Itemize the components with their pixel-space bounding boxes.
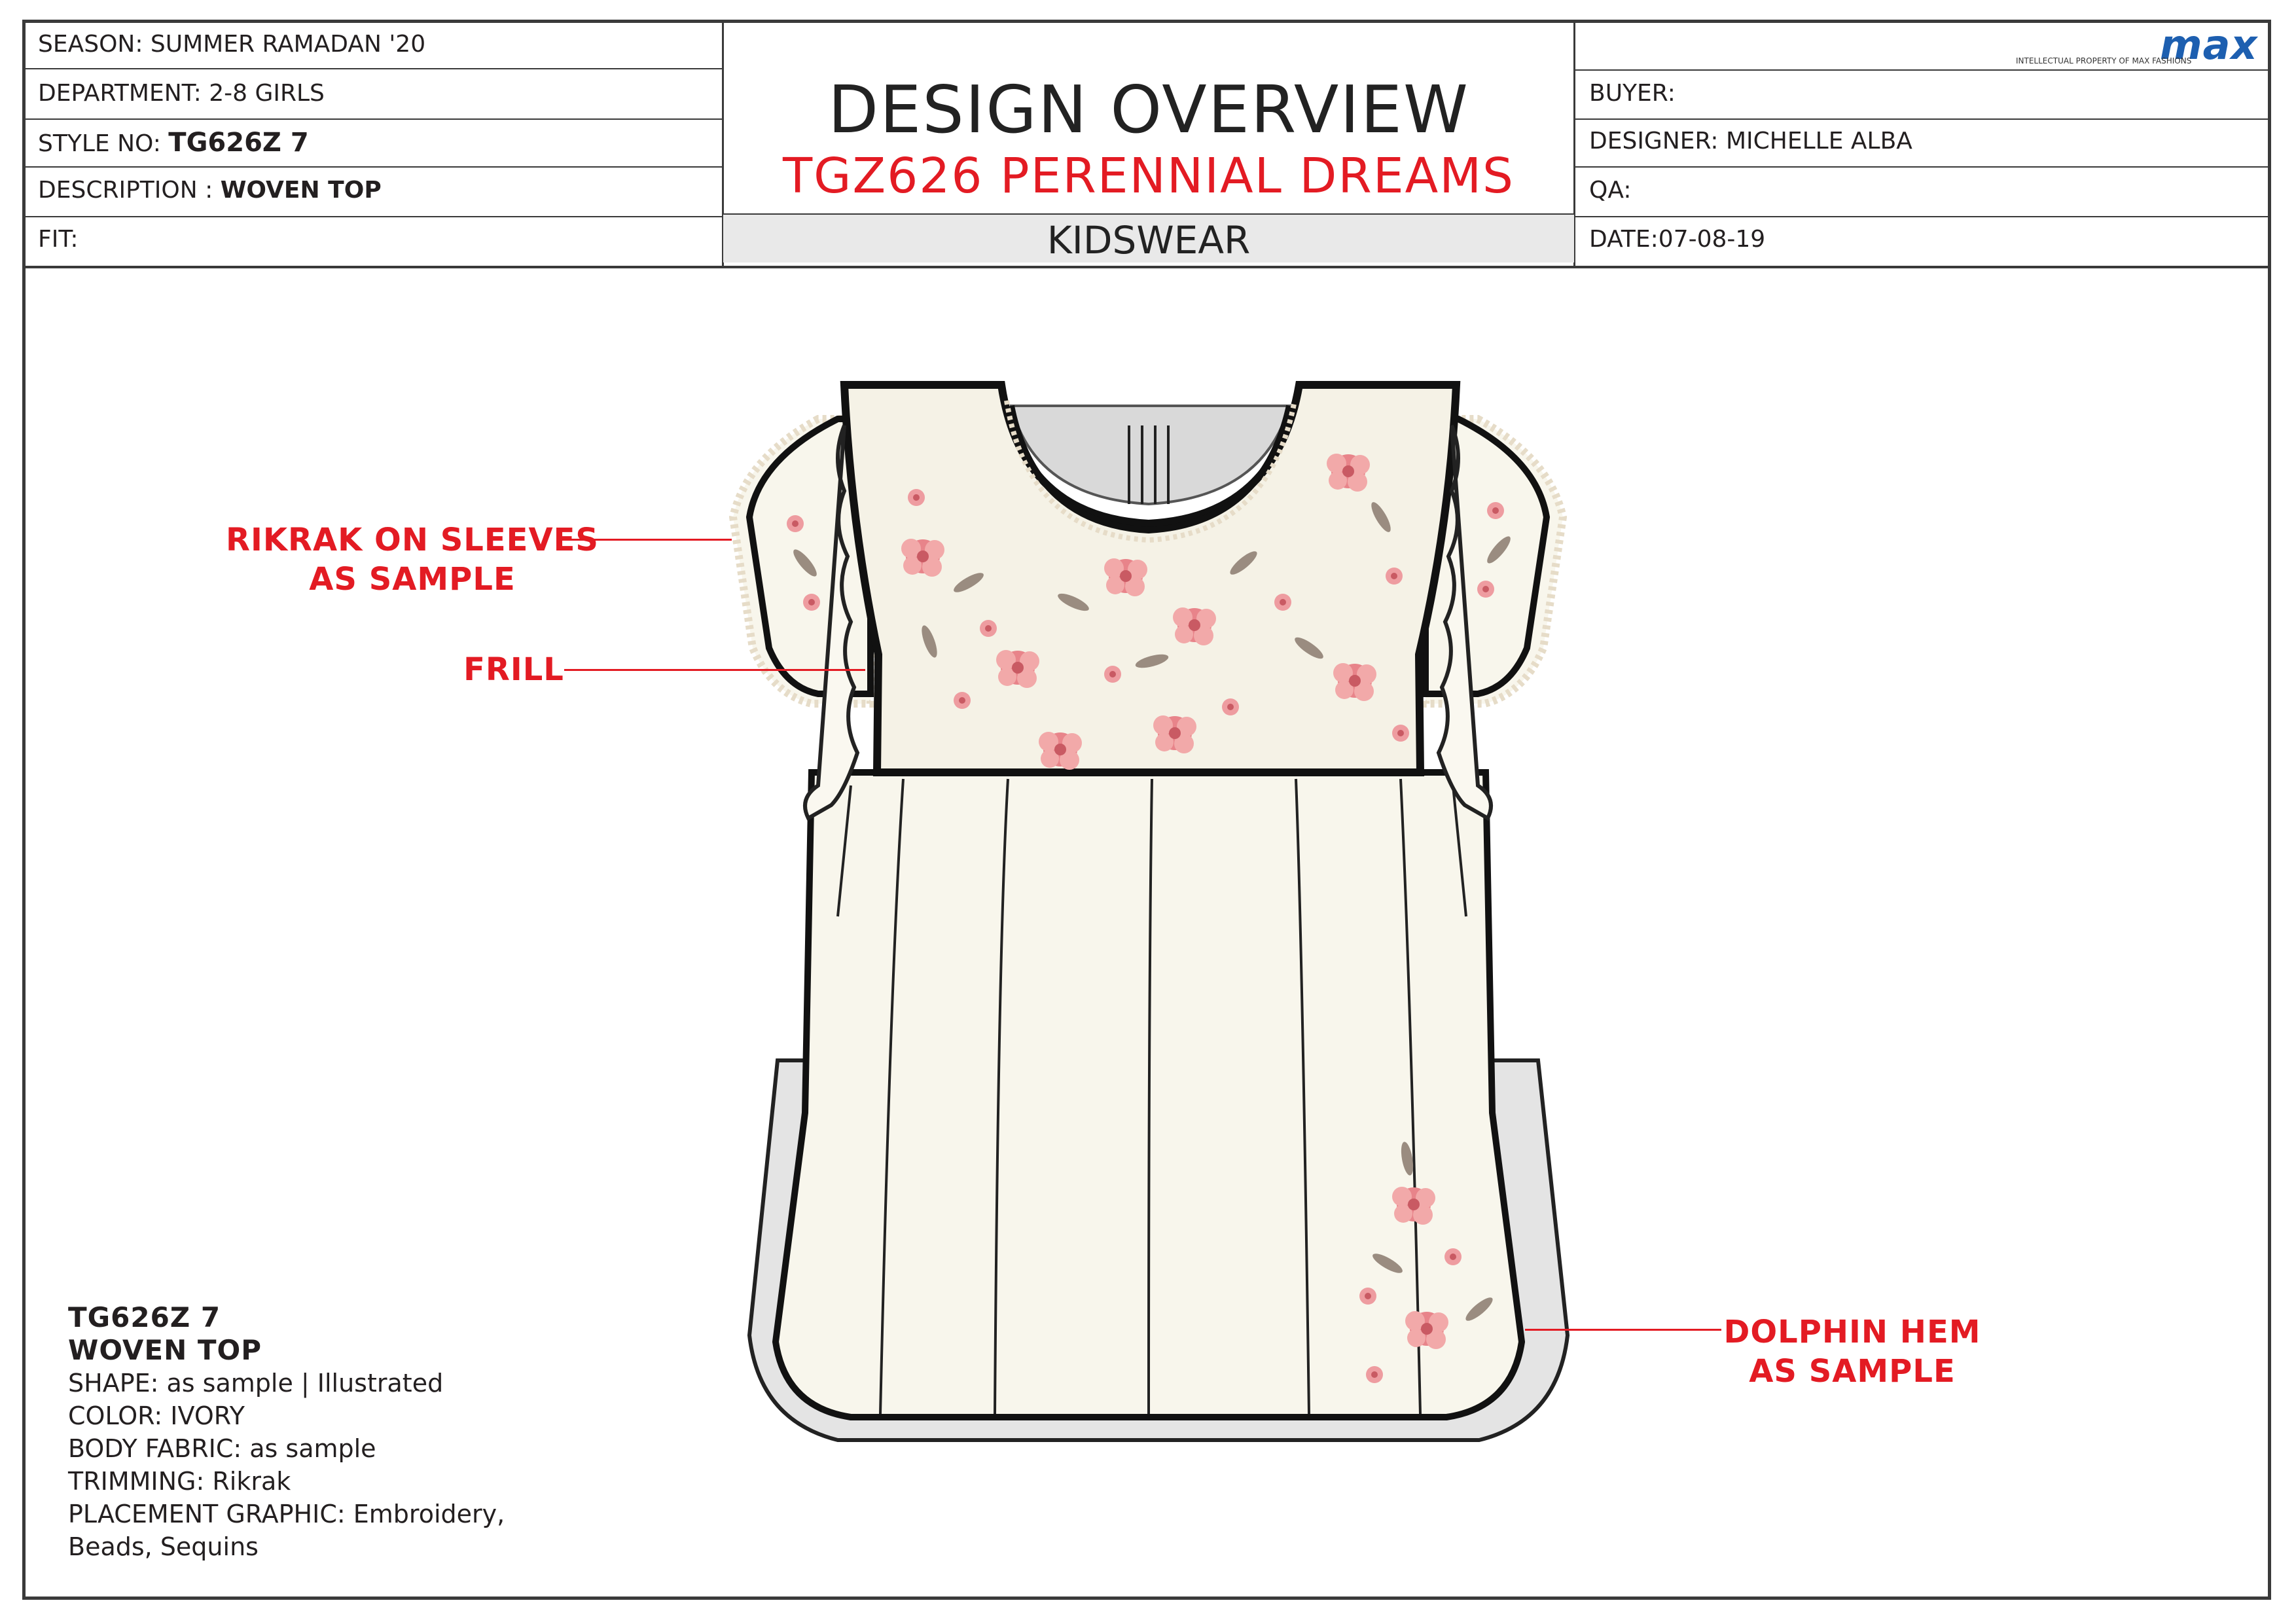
- spec-name: WOVEN TOP: [68, 1334, 262, 1366]
- spec-placement-2: Beads, Sequins: [68, 1532, 259, 1561]
- spec-placement-1: PLACEMENT GRAPHIC: Embroidery,: [68, 1500, 505, 1528]
- callout-rikrak: RIKRAK ON SLEEVES AS SAMPLE: [216, 520, 609, 599]
- callout-dolphin-leader: [1525, 1329, 1721, 1331]
- spec-shape: SHAPE: as sample | Illustrated: [68, 1369, 444, 1398]
- callout-rikrak-line2: AS SAMPLE: [309, 561, 516, 598]
- callout-rikrak-line1: RIKRAK ON SLEEVES: [226, 522, 599, 558]
- spec-block: TG626Z 7 WOVEN TOP SHAPE: as sample | Il…: [68, 1301, 505, 1563]
- spec-style: TG626Z 7: [68, 1301, 221, 1333]
- callout-dolphin-line2: AS SAMPLE: [1749, 1353, 1956, 1390]
- spec-body-fabric: BODY FABRIC: as sample: [68, 1434, 376, 1463]
- callout-dolphin-line1: DOLPHIN HEM: [1723, 1314, 1981, 1350]
- callout-dolphin-hem: DOLPHIN HEM AS SAMPLE: [1702, 1312, 2003, 1391]
- callout-rikrak-leader: [562, 539, 732, 541]
- callout-frill-leader: [564, 669, 865, 671]
- spec-color: COLOR: IVORY: [68, 1401, 245, 1430]
- callout-frill: FRILL: [463, 651, 564, 688]
- spec-trimming: TRIMMING: Rikrak: [68, 1467, 291, 1496]
